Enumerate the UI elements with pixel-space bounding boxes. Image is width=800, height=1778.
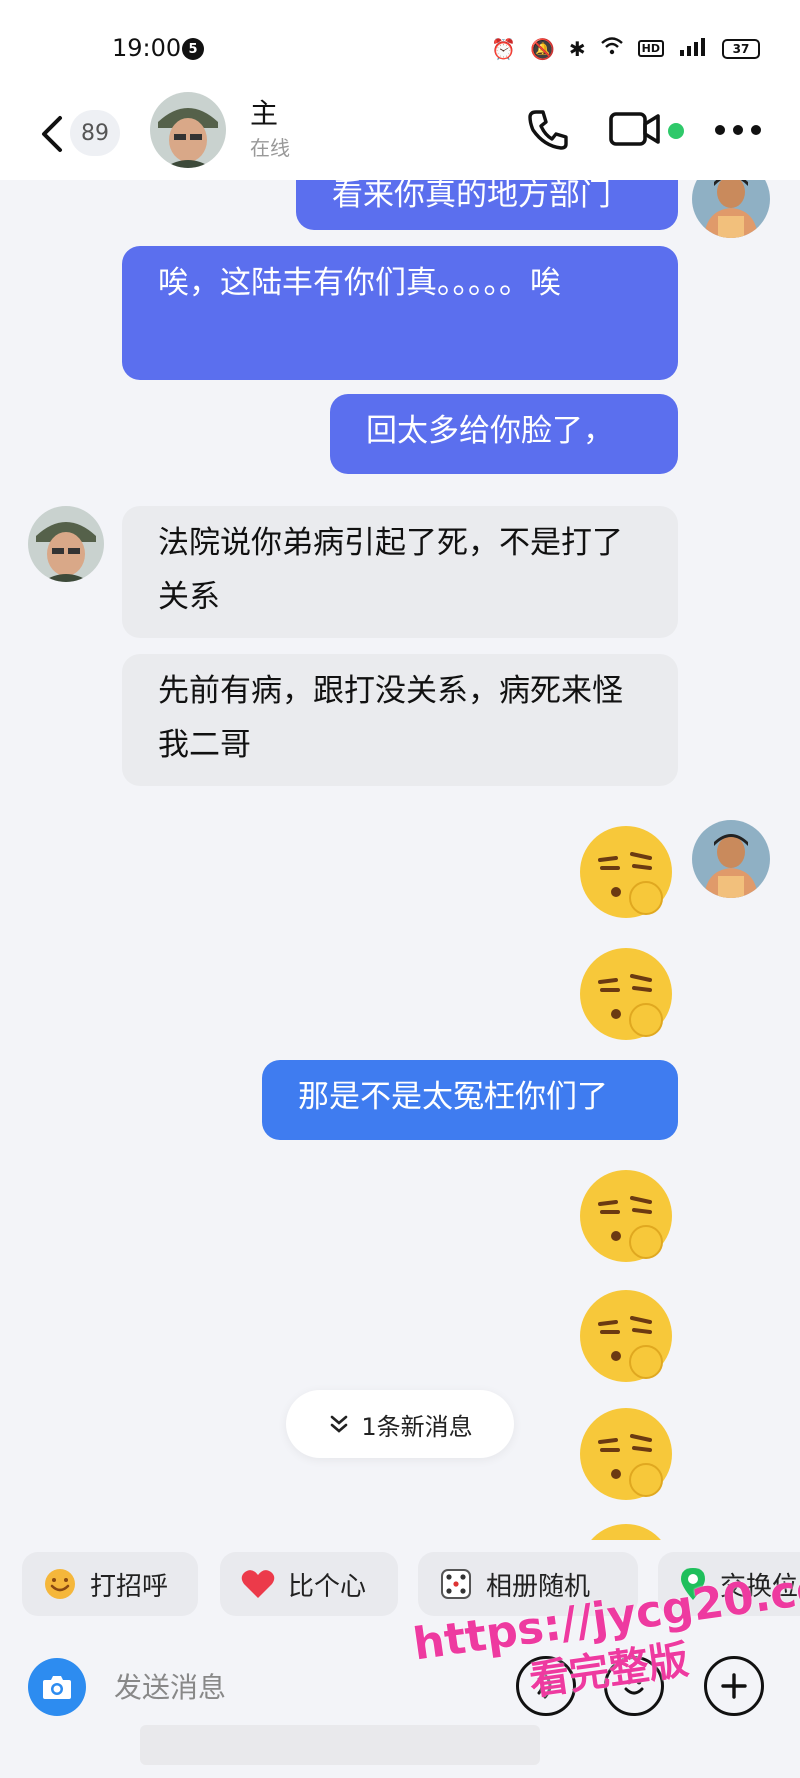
chevron-left-icon	[42, 116, 62, 152]
contact-name: 主	[250, 97, 279, 130]
message-bubble-outgoing[interactable]: 回太多给你脸了，	[330, 394, 678, 474]
message-bubble-outgoing[interactable]: 那是不是太冤枉你们了	[262, 1060, 678, 1140]
battery-icon: 37	[722, 38, 760, 59]
contact-avatar[interactable]	[150, 92, 226, 168]
chip-send-heart[interactable]: 比个心	[220, 1552, 398, 1616]
chip-label: 比个心	[288, 1571, 367, 1602]
status-bar: 19:00 5 ⏰ 🔕 ✱ HD 37	[0, 0, 800, 90]
online-indicator-dot	[668, 123, 684, 139]
more-dots-icon	[715, 125, 761, 135]
message-text: 唉，这陆丰有你们真。。。。。唉	[158, 265, 561, 301]
camera-button[interactable]	[28, 1658, 86, 1716]
pondering-emoji-icon[interactable]	[574, 1164, 678, 1268]
video-camera-icon	[609, 112, 660, 146]
chip-say-hi[interactable]: 打招呼	[22, 1552, 198, 1616]
contact-avatar[interactable]	[28, 506, 104, 582]
my-avatar[interactable]	[692, 820, 770, 898]
signal-icon	[678, 36, 708, 61]
unread-count-badge[interactable]: 89	[70, 110, 120, 156]
mute-icon: 🔕	[529, 36, 555, 61]
pondering-emoji-icon[interactable]	[574, 1402, 678, 1506]
status-time: 19:00	[112, 34, 182, 62]
new-messages-label: 1条新消息	[361, 1412, 473, 1441]
message-text: 那是不是太冤枉你们了	[298, 1079, 608, 1115]
double-chevron-down-icon	[331, 1415, 348, 1433]
chip-label: 打招呼	[90, 1571, 169, 1602]
message-text: 法院说你弟病引起了死，不是打了关系	[158, 525, 623, 615]
video-call-button[interactable]	[608, 108, 662, 154]
gesture-bar	[140, 1725, 540, 1765]
my-avatar[interactable]	[692, 180, 770, 238]
bluetooth-icon: ✱	[568, 36, 586, 61]
pondering-emoji-icon[interactable]	[574, 820, 678, 924]
message-text: 看来你真的地方部门	[332, 180, 611, 213]
message-bubble-incoming[interactable]: 先前有病，跟打没关系，病死来怪我二哥	[122, 654, 678, 786]
smile-wave-icon	[45, 1569, 75, 1599]
message-text: 回太多给你脸了，	[366, 413, 614, 449]
notification-badge: 5	[182, 38, 204, 60]
voice-call-button[interactable]	[524, 106, 572, 158]
message-bubble-outgoing[interactable]: 看来你真的地方部门	[296, 180, 678, 230]
message-text: 先前有病，跟打没关系，病死来怪我二哥	[158, 673, 623, 763]
camera-icon	[43, 1676, 71, 1699]
heart-icon	[241, 1570, 275, 1598]
phone-icon	[528, 110, 568, 150]
new-messages-button[interactable]: 1条新消息	[286, 1390, 514, 1458]
pondering-emoji-icon[interactable]	[574, 942, 678, 1046]
message-bubble-incoming[interactable]: 法院说你弟病引起了死，不是打了关系	[122, 506, 678, 638]
hd-icon: HD	[637, 40, 664, 57]
dice-icon	[441, 1569, 471, 1599]
message-list[interactable]: 看来你真的地方部门 唉，这陆丰有你们真。。。。。唉 回太多给你脸了， 法院说你弟…	[0, 180, 800, 1540]
status-icons: ⏰ 🔕 ✱ HD 37	[491, 36, 760, 61]
more-options-button[interactable]	[714, 120, 762, 144]
pondering-emoji-icon[interactable]	[574, 1284, 678, 1388]
wifi-icon	[600, 36, 624, 61]
chat-header: 89 主 在线	[0, 90, 800, 180]
pondering-emoji-icon[interactable]	[574, 1518, 678, 1540]
message-bubble-outgoing[interactable]: 唉，这陆丰有你们真。。。。。唉	[122, 246, 678, 380]
alarm-icon: ⏰	[491, 36, 516, 61]
online-status-label: 在线	[250, 136, 290, 160]
back-button[interactable]	[36, 112, 72, 156]
